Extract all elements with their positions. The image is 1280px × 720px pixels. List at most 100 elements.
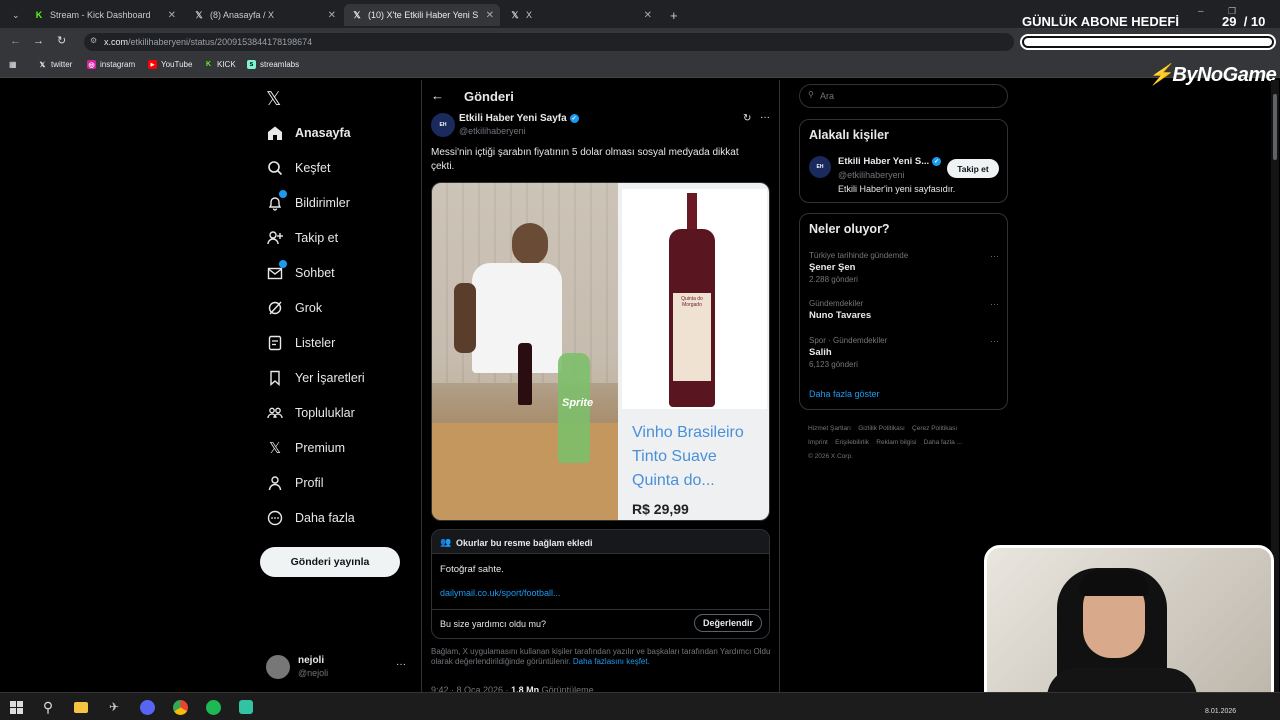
site-info-icon[interactable]: ⚙ — [90, 36, 97, 45]
footer-link[interactable]: Imprint — [808, 439, 828, 446]
app-icon[interactable]: ✈ — [105, 698, 123, 716]
bookmark-streamlabs[interactable]: s streamlabs — [247, 60, 299, 69]
tab-x[interactable]: 𝕏 X ✕ — [502, 4, 658, 26]
back-arrow-icon[interactable]: ← — [431, 88, 444, 103]
trend-item[interactable]: Gündemdekiler Nuno Tavares ··· — [809, 299, 999, 321]
mail-icon — [266, 260, 287, 282]
file-explorer-icon[interactable] — [72, 698, 90, 716]
bookmark-youtube[interactable]: ▶ YouTube — [148, 60, 192, 69]
author-handle[interactable]: @etkilihaberyeni — [459, 126, 526, 136]
avatar — [266, 655, 290, 679]
nav-item-lists[interactable]: Listeler — [266, 334, 335, 352]
author-avatar[interactable]: EH — [431, 113, 455, 137]
more-icon[interactable]: ··· — [990, 299, 999, 309]
related-title: Alakalı kişiler — [809, 128, 889, 142]
bookmark-kick[interactable]: K KICK — [204, 60, 236, 69]
close-icon[interactable]: ✕ — [644, 10, 652, 21]
trends-card: Neler oluyor? Türkiye tarihinde gündemde… — [799, 213, 1008, 410]
tab-current-post[interactable]: 𝕏 (10) X'te Etkili Haber Yeni Sayfa ✕ — [344, 4, 500, 26]
search-icon[interactable]: ⚲ — [39, 698, 57, 716]
account-switcher[interactable]: nejoli @nejoli ··· — [266, 655, 406, 681]
more-icon: ··· — [396, 659, 406, 670]
spotify-icon[interactable] — [204, 698, 222, 716]
grok-icon[interactable]: ↻ — [743, 113, 751, 124]
post-media[interactable]: Sprite Quinta do Morgado Vinho Brasileir… — [431, 182, 770, 521]
discord-icon[interactable] — [138, 698, 156, 716]
bynogame-icon: ⚡ — [1148, 64, 1173, 86]
search-placeholder: Ara — [820, 91, 835, 101]
product-price: R$ 29,99 — [632, 501, 689, 517]
bookmark-twitter[interactable]: 𝕏twitter — [38, 60, 73, 69]
page-title: Gönderi — [464, 89, 514, 104]
show-more-link[interactable]: Daha fazla göster — [809, 389, 880, 399]
rate-button[interactable]: Değerlendir — [694, 614, 762, 632]
kick-icon: K — [205, 61, 212, 68]
back-arrow-icon[interactable]: ← — [10, 35, 21, 47]
close-icon[interactable]: ✕ — [328, 10, 336, 21]
related-avatar[interactable]: EH — [809, 156, 831, 178]
footer-link[interactable]: Erişilebilirlik — [835, 439, 869, 446]
related-name[interactable]: Etkili Haber Yeni S... ✓ — [838, 156, 942, 167]
more-icon[interactable]: ··· — [990, 336, 999, 346]
chrome-icon[interactable] — [171, 698, 189, 716]
nav-item-profile[interactable]: Profil — [266, 474, 323, 492]
streamlabs-icon: s — [247, 60, 256, 69]
nav-item-follow[interactable]: Takip et — [266, 229, 338, 247]
nav-item-more[interactable]: Daha fazla — [266, 509, 355, 527]
trend-item[interactable]: Türkiye tarihinde gündemde Şener Şen 2.2… — [809, 251, 999, 284]
learn-more-link[interactable]: Daha fazlasını keşfet. — [573, 657, 650, 666]
address-bar[interactable]: ⚙ x.com/etkilihaberyeni/status/200915384… — [84, 33, 1014, 51]
verified-badge-icon: ✓ — [569, 114, 579, 123]
apps-grid-icon[interactable]: ▦ — [9, 60, 17, 69]
author-name[interactable]: Etkili Haber Yeni Sayfa ✓ — [459, 113, 579, 124]
streamlabs-icon[interactable] — [237, 698, 255, 716]
new-tab-button[interactable]: + — [662, 4, 680, 26]
trend-item[interactable]: Spor · Gündemdekiler Salih 6,123 gönderi… — [809, 336, 999, 369]
note-link[interactable]: dailymail.co.uk/sport/football... — [440, 588, 561, 598]
nav-item-notifications[interactable]: Bildirimler — [266, 190, 350, 212]
community-note: 👥 Okurlar bu resme bağlam ekledi Fotoğra… — [431, 529, 770, 639]
url-domain: x.com — [104, 37, 129, 47]
sprite-label: Sprite — [562, 397, 594, 409]
footer-link[interactable]: Daha fazla ... — [924, 439, 962, 446]
message-badge — [279, 260, 287, 268]
search-input[interactable]: ⚲ Ara — [799, 84, 1008, 108]
footer-link[interactable]: Reklam bilgisi — [876, 439, 916, 446]
x-logo-icon: 𝕏 — [353, 9, 361, 20]
verified-badge-icon: ✓ — [932, 157, 942, 166]
post-button[interactable]: Gönderi yayınla — [260, 547, 400, 577]
more-icon[interactable]: ··· — [760, 112, 770, 123]
more-icon[interactable]: ··· — [990, 251, 999, 261]
x-logo-icon[interactable]: 𝕏 — [266, 88, 281, 111]
nav-item-grok[interactable]: Grok — [266, 299, 322, 317]
sponsor-logo: ⚡ByNoGame — [1148, 64, 1277, 86]
nav-item-home[interactable]: Anasayfa — [266, 124, 351, 142]
close-icon[interactable]: ✕ — [486, 10, 494, 21]
tab-kick-dashboard[interactable]: K Stream - Kick Dashboard ✕ — [26, 4, 182, 26]
user-handle: @nejoli — [298, 668, 329, 678]
note-title: Okurlar bu resme bağlam ekledi — [456, 538, 593, 548]
footer-link[interactable]: Gizlilik Politikası — [858, 425, 905, 432]
forward-arrow-icon[interactable]: → — [33, 35, 44, 47]
scrollbar-thumb[interactable] — [1273, 94, 1277, 160]
nav-item-communities[interactable]: Topluluklar — [266, 404, 355, 422]
follow-button[interactable]: Takip et — [947, 159, 999, 178]
nav-item-chat[interactable]: Sohbet — [266, 260, 335, 282]
nav-item-bookmarks[interactable]: Yer İşaretleri — [266, 369, 365, 387]
person-head — [512, 223, 548, 265]
close-icon[interactable]: ✕ — [168, 10, 176, 21]
minimize-icon[interactable]: – — [1198, 6, 1204, 17]
footer-link[interactable]: Hizmet Şartları — [808, 425, 851, 432]
taskbar-date[interactable]: 8.01.2026 — [1205, 708, 1236, 715]
streamer-cap — [1079, 570, 1149, 596]
bookmark-instagram[interactable]: ◎ instagram — [87, 60, 135, 69]
windows-start-icon[interactable] — [7, 698, 25, 716]
footer-link[interactable]: Çerez Politikası — [912, 425, 957, 432]
reload-icon[interactable]: ↻ — [57, 34, 66, 47]
tab-search-dropdown[interactable]: ⌄ — [4, 4, 22, 26]
post-text: Messi'nin içtiği şarabın fiyatının 5 dol… — [431, 147, 739, 172]
nav-item-premium[interactable]: 𝕏 Premium — [266, 439, 345, 457]
tab-anasayfa[interactable]: 𝕏 (8) Anasayfa / X ✕ — [186, 4, 342, 26]
nav-item-explore[interactable]: Keşfet — [266, 159, 330, 177]
url-path: /etkilihaberyeni/status/2009153844178198… — [128, 37, 313, 47]
